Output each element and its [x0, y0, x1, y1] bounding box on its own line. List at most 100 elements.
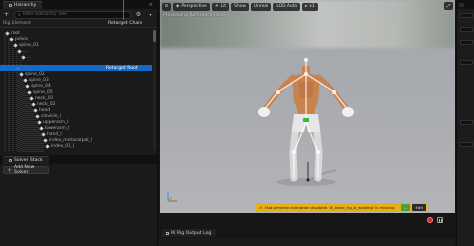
tree-row-label: hand_l [47, 131, 62, 137]
apply-button[interactable]: ... [400, 204, 411, 211]
menu-icon[interactable]: ≡ [162, 2, 171, 11]
character-figure [258, 57, 354, 186]
hierarchy-tab-icon [9, 3, 12, 7]
tree-row-label: neck_01 [35, 95, 54, 101]
maximize-icon[interactable]: ⤢ [444, 2, 453, 10]
details-tabbar [457, 0, 474, 9]
character-label: Unreal [254, 4, 269, 9]
bone-icon [43, 137, 48, 143]
edit-label: Edit [415, 205, 423, 210]
tree-row-label: index_metacarpal_l [49, 137, 92, 143]
search-icon: ⌕ [18, 11, 21, 18]
tree-row[interactable]: ... [21, 54, 32, 60]
bone-icon [31, 101, 36, 107]
details-field-1[interactable] [460, 27, 473, 32]
column-rig-element[interactable]: Rig Element [0, 21, 108, 26]
details-tab[interactable] [459, 2, 464, 7]
preview-status-label: Previewing Reference Pose [163, 13, 225, 18]
tree-row-label: ... [23, 48, 28, 54]
sun-icon: ☀ [214, 4, 219, 9]
scrollbar-thumb[interactable] [153, 30, 156, 42]
show-button[interactable]: Show [231, 2, 250, 11]
edit-button[interactable]: Edit [412, 204, 426, 211]
hierarchy-tabbar: Hierarchy × [0, 0, 157, 9]
tree-row-label: spine_04 [31, 83, 51, 89]
column-retarget-chain[interactable]: Retarget Chain [108, 21, 142, 26]
details-field-2[interactable] [460, 40, 473, 45]
viewport[interactable]: ≡ ◈ Perspective ☀ Lit Show Unreal LOD Au… [160, 0, 455, 213]
tree-row[interactable]: index_01_l [45, 143, 74, 149]
speed-button[interactable]: ▸ x1 [302, 2, 318, 11]
warning-message: Fast preview animation disabled 'ik_bone… [264, 205, 395, 210]
tree-row-label: clavicle_l [41, 113, 61, 119]
bone-icon [33, 107, 38, 113]
tree-row-label: root [11, 30, 20, 36]
viewport-right-tools: ⤢ [444, 2, 453, 10]
bone-icon [9, 36, 14, 42]
tree-row-label: spine_01 [19, 42, 39, 48]
warning-icon: ⚠ [259, 205, 263, 210]
hierarchy-panel: Hierarchy × + ⌕ ⚙ ▾ Rig Element Retarget… [0, 0, 158, 246]
hierarchy-tab[interactable]: Hierarchy [3, 0, 43, 9]
details-field-4[interactable] [460, 120, 473, 125]
add-new-solver-button[interactable]: + Add New Solver [3, 165, 49, 175]
bone-icon [45, 143, 50, 149]
lod-button[interactable]: LOD Auto [273, 2, 301, 11]
settings-gear-icon[interactable]: ⚙ [134, 11, 143, 19]
bone-icon [37, 119, 42, 125]
add-bone-icon[interactable]: + [2, 11, 11, 19]
bone-icon [13, 42, 18, 48]
details-search[interactable] [460, 13, 473, 18]
search-input[interactable] [22, 12, 103, 17]
tree-row-label: neck_02 [37, 101, 56, 107]
show-label: Show [234, 4, 247, 9]
bone-icon [23, 77, 28, 83]
warning-bar: ⚠ Fast preview animation disabled 'ik_bo… [256, 203, 427, 212]
tree-row-label: spine_02 [25, 71, 45, 77]
details-field-5[interactable] [460, 142, 473, 147]
tree-row-label: upperarm_l [43, 119, 69, 125]
tree-row-label: ... [27, 54, 32, 60]
output-log-label: IK Rig Output Log [171, 230, 212, 236]
output-log-tab[interactable]: IK Rig Output Log [161, 229, 217, 237]
cube-icon: ◈ [176, 4, 180, 9]
tree-row-label: lowerarm_l [45, 125, 70, 131]
selected-row-label: ... [16, 65, 21, 71]
pause-icon[interactable] [437, 217, 443, 223]
bone-icon [27, 89, 32, 95]
hierarchy-tree: ... Retarget Root root pelvis spine_01....… [0, 30, 152, 152]
bone-icon [19, 71, 24, 77]
close-icon[interactable]: × [149, 2, 153, 8]
perspective-button[interactable]: ◈ Perspective [173, 2, 210, 11]
hierarchy-scrollbar[interactable] [153, 30, 156, 150]
play-speed-icon: ▸ [305, 4, 308, 9]
character-button[interactable]: Unreal [251, 2, 272, 11]
chevron-down-icon[interactable]: ▾ [146, 11, 155, 19]
details-panel [456, 0, 474, 246]
playback-bar [159, 213, 455, 227]
output-log-panel [159, 238, 455, 246]
bone-icon [35, 113, 40, 119]
solver-tab-icon [9, 158, 12, 162]
details-field-3[interactable] [460, 60, 473, 65]
perspective-label: Perspective [181, 4, 207, 9]
tree-row-label: head [39, 107, 51, 113]
hierarchy-tab-label: Hierarchy [14, 2, 37, 8]
drag-marker [123, 0, 124, 20]
solver-stack-tab[interactable]: Solver Stack [3, 155, 49, 164]
hierarchy-toolbar: + ⌕ ⚙ ▾ [0, 9, 157, 20]
selected-row-retarget: Retarget Root [106, 65, 138, 71]
bone-icon [21, 54, 26, 60]
tree-row-label: spine_03 [29, 77, 49, 83]
solver-tabbar: Solver Stack [0, 155, 157, 164]
lod-label: LOD Auto [276, 4, 298, 9]
viewport-area: ≡ ◈ Perspective ☀ Lit Show Unreal LOD Au… [159, 0, 455, 246]
add-new-solver-label: Add New Solver [14, 165, 35, 175]
hierarchy-column-header: Rig Element Retarget Chain [0, 20, 157, 28]
lit-button[interactable]: ☀ Lit [211, 2, 230, 11]
record-icon[interactable] [427, 217, 433, 223]
hierarchy-search[interactable]: ⌕ [14, 10, 131, 19]
log-icon [166, 231, 169, 235]
bone-icon [17, 48, 22, 54]
solver-tab-label: Solver Stack [14, 157, 43, 163]
